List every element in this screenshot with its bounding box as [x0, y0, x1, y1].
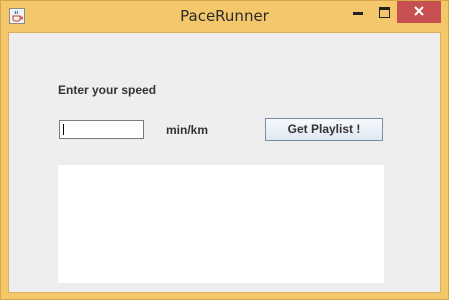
speed-input[interactable] [59, 120, 144, 139]
minimize-icon [353, 11, 363, 15]
maximize-icon [378, 6, 390, 18]
playlist-output-area[interactable] [58, 165, 384, 283]
app-window: PaceRunner Enter your speed min/km Get P… [0, 0, 449, 300]
text-caret [63, 124, 64, 135]
minimize-button[interactable] [345, 1, 371, 23]
content-panel: Enter your speed min/km Get Playlist ! [8, 32, 441, 293]
unit-label: min/km [166, 123, 209, 137]
close-icon [414, 3, 424, 21]
title-bar[interactable]: PaceRunner [1, 1, 448, 31]
get-playlist-button[interactable]: Get Playlist ! [265, 118, 383, 141]
speed-label: Enter your speed [58, 83, 157, 97]
close-button[interactable] [397, 1, 441, 23]
maximize-button[interactable] [371, 1, 397, 23]
